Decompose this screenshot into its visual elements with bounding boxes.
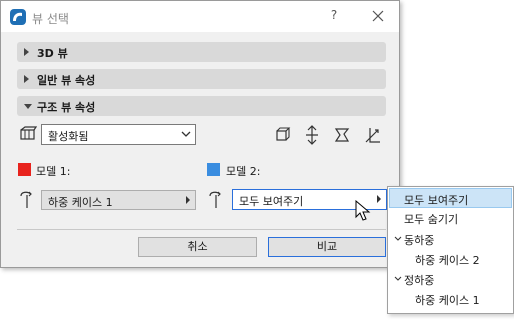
- load-case-menu: 모두 보여주기 모두 숨기기 동하중 하중 케이스 2 정하중 하중 케이스 1: [387, 186, 514, 314]
- mouse-cursor-icon: [355, 200, 371, 221]
- menu-item-label: 동하중: [404, 234, 435, 247]
- menu-item-show-all[interactable]: 모두 보여주기: [389, 188, 512, 208]
- help-button[interactable]: ?: [326, 8, 342, 24]
- chevron-down-icon: [181, 131, 191, 137]
- section-label: 3D 뷰: [37, 47, 68, 60]
- expand-arrow-icon: [24, 75, 29, 83]
- menu-item-hide-all[interactable]: 모두 숨기기: [389, 208, 512, 228]
- section-general-view-properties[interactable]: 일반 뷰 속성: [17, 69, 386, 89]
- menu-group-static-load[interactable]: 정하중: [389, 269, 512, 289]
- app-icon: [10, 9, 26, 25]
- coordinate-axes-icon[interactable]: [362, 125, 382, 148]
- dropdown-value: 활성화됨: [48, 130, 89, 143]
- compare-button[interactable]: 비교: [268, 237, 386, 257]
- load-case-icon: [208, 190, 224, 213]
- section-label: 구조 뷰 속성: [37, 101, 96, 114]
- model1-load-case-selector[interactable]: 하중 케이스 1: [41, 190, 196, 210]
- menu-group-dynamic-load[interactable]: 동하중: [389, 229, 512, 249]
- triangle-right-icon: [377, 195, 381, 203]
- move-axis-icon[interactable]: [303, 125, 321, 148]
- close-button[interactable]: [369, 7, 387, 25]
- menu-item-label: 모두 숨기기: [404, 213, 459, 226]
- menu-item-label: 정하중: [404, 274, 435, 287]
- section-cut-icon[interactable]: [333, 126, 351, 147]
- chevron-down-icon: [394, 236, 402, 241]
- chevron-down-icon: [394, 276, 402, 281]
- section-3d-view[interactable]: 3D 뷰: [17, 42, 386, 62]
- triangle-right-icon: [186, 196, 190, 204]
- menu-item-load-case-2[interactable]: 하중 케이스 2: [389, 249, 512, 269]
- model1-color-swatch: [18, 163, 31, 176]
- view-state-dropdown[interactable]: 활성화됨: [41, 124, 196, 145]
- menu-item-load-case-1[interactable]: 하중 케이스 1: [389, 289, 512, 309]
- cancel-button[interactable]: 취소: [138, 237, 257, 257]
- selector-value: 모두 보여주기: [239, 195, 304, 208]
- collapse-arrow-icon: [24, 104, 32, 109]
- menu-item-label: 하중 케이스 1: [415, 294, 480, 307]
- section-label: 일반 뷰 속성: [37, 74, 96, 87]
- close-icon: [372, 10, 384, 22]
- menu-item-label: 하중 케이스 2: [415, 254, 480, 267]
- menu-item-label: 모두 보여주기: [404, 194, 469, 207]
- model2-color-swatch: [207, 163, 220, 176]
- model1-label: 모델 1:: [36, 165, 71, 178]
- view-type-icon: [19, 126, 38, 145]
- window-title: 뷰 선택: [32, 12, 69, 26]
- model2-label: 모델 2:: [226, 165, 261, 178]
- title-bar: 뷰 선택 ?: [1, 1, 399, 32]
- deform-view-icon[interactable]: [273, 126, 291, 147]
- section-structure-view-properties[interactable]: 구조 뷰 속성: [17, 96, 386, 116]
- divider: [17, 229, 386, 230]
- expand-arrow-icon: [24, 48, 29, 56]
- selector-value: 하중 케이스 1: [48, 196, 113, 209]
- view-select-dialog: 뷰 선택 ? 3D 뷰 일반 뷰 속성 구조 뷰 속성 활성화됨 모델 1: 모…: [0, 0, 400, 268]
- load-case-icon: [19, 190, 35, 213]
